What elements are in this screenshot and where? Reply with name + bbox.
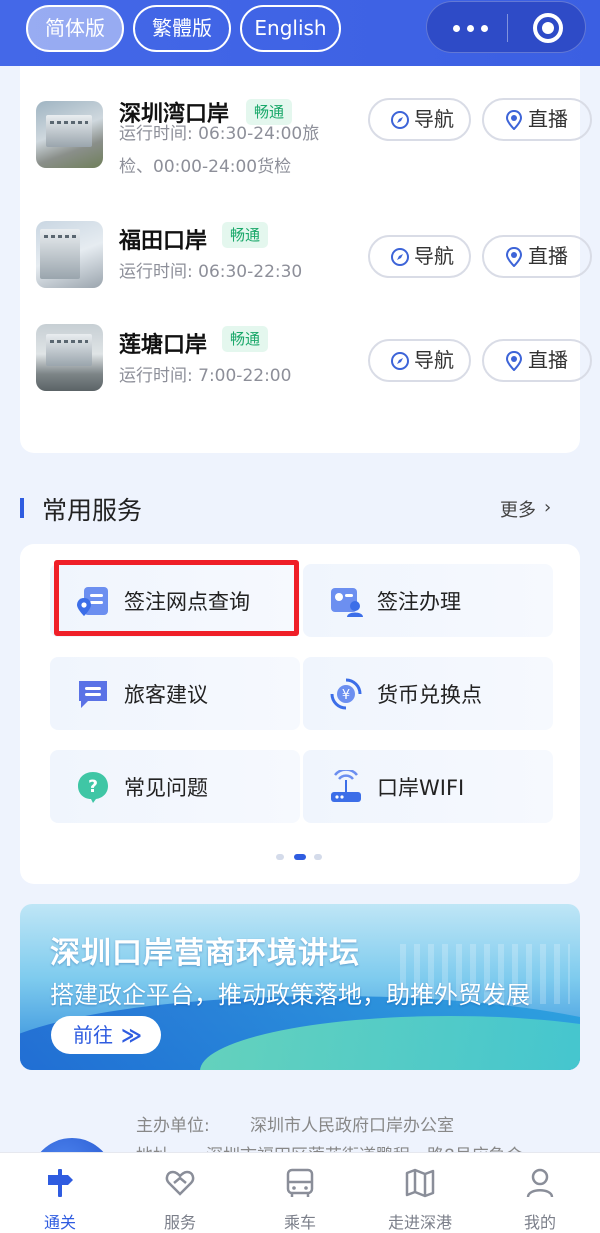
port-hours: 运行时间: 06:30-22:30	[119, 256, 334, 289]
navigate-button[interactable]: 导航	[368, 235, 471, 278]
chat-bubble-icon	[79, 681, 107, 708]
heart-hands-icon	[165, 1170, 195, 1196]
service-wifi[interactable]: 口岸WIFI	[303, 750, 553, 823]
port-name: 福田口岸	[119, 229, 208, 254]
live-label: 直播	[528, 107, 568, 131]
forum-banner[interactable]: 深圳口岸营商环境讲坛 搭建政企平台，推动政策落地，助推外贸发展 前往 ≫	[20, 904, 580, 1070]
port-photo	[36, 221, 103, 288]
navigate-label: 导航	[414, 107, 454, 131]
tab-bus[interactable]: 乘车	[240, 1153, 360, 1233]
section-title: 常用服务	[42, 496, 143, 525]
top-bar: 简体版 繁體版 English	[0, 0, 600, 66]
lang-traditional-button[interactable]: 繁體版	[133, 5, 231, 52]
page-dot	[314, 854, 322, 860]
miniprogram-capsule	[426, 1, 586, 53]
tab-me[interactable]: 我的	[480, 1153, 600, 1233]
port-photo	[36, 324, 103, 391]
tab-services[interactable]: 服务	[120, 1153, 240, 1233]
id-card-icon	[331, 588, 363, 617]
close-miniprogram-icon[interactable]	[533, 13, 563, 43]
port-list-card: 深圳湾口岸 畅通 运行时间: 06:30-24:00旅 检、00:00-24:0…	[20, 40, 592, 453]
tab-label: 我的	[523, 1213, 556, 1232]
live-button[interactable]: 直播	[482, 339, 592, 382]
bus-icon	[286, 1168, 314, 1197]
port-row-futian[interactable]: 福田口岸 畅通 运行时间: 06:30-22:30 导航 直播	[20, 221, 592, 325]
double-chevron-right-icon: ≫	[121, 1023, 142, 1047]
banner-go-label: 前往	[73, 1023, 113, 1047]
service-label: 签注办理	[377, 590, 461, 614]
banner-subtitle: 搭建政企平台，推动政策落地，助推外贸发展	[50, 981, 530, 1009]
map-icon	[405, 1168, 435, 1198]
service-label: 常见问题	[124, 776, 208, 800]
service-visa-apply[interactable]: 签注办理	[303, 564, 553, 637]
port-hours-line1: 运行时间: 06:30-24:00旅	[119, 124, 320, 144]
tab-label: 通关	[43, 1213, 76, 1232]
more-options-icon[interactable]	[451, 2, 491, 54]
page-dot-active	[294, 854, 306, 860]
chevron-right-icon[interactable]: ›	[544, 497, 551, 518]
lang-english-button[interactable]: English	[240, 5, 341, 52]
tab-explore[interactable]: 走进深港	[360, 1153, 480, 1233]
compass-icon	[391, 248, 409, 266]
svg-text:¥: ¥	[342, 688, 350, 703]
live-label: 直播	[528, 348, 568, 372]
navigate-button[interactable]: 导航	[368, 339, 471, 382]
camera-pin-icon	[505, 110, 523, 130]
port-hours-line2: 检、00:00-24:00货检	[119, 157, 292, 177]
service-currency-exchange[interactable]: ¥ 货币兑换点	[303, 657, 553, 730]
host-label: 主办单位:	[136, 1116, 210, 1136]
port-hours-line1: 运行时间: 7:00-22:00	[119, 366, 292, 386]
host-value: 深圳市人民政府口岸办公室	[250, 1116, 454, 1136]
service-label: 旅客建议	[124, 683, 208, 707]
service-label: 货币兑换点	[377, 683, 482, 707]
currency-exchange-icon: ¥	[330, 678, 362, 710]
port-hours-line1: 运行时间: 06:30-22:30	[119, 262, 303, 282]
tab-customs[interactable]: 通关	[0, 1153, 120, 1233]
user-icon	[526, 1168, 554, 1198]
wifi-router-icon	[331, 770, 361, 802]
customs-sign-icon	[48, 1169, 73, 1197]
port-hours: 运行时间: 7:00-22:00	[119, 360, 334, 393]
navigate-button[interactable]: 导航	[368, 98, 471, 141]
navigate-label: 导航	[414, 244, 454, 268]
port-photo	[36, 101, 103, 168]
compass-icon	[391, 352, 409, 370]
banner-go-button[interactable]: 前往 ≫	[51, 1016, 161, 1054]
service-faq[interactable]: ? 常见问题	[50, 750, 300, 823]
live-button[interactable]: 直播	[482, 98, 592, 141]
question-icon: ?	[78, 772, 108, 803]
camera-pin-icon	[505, 247, 523, 267]
section-accent-bar	[20, 498, 24, 518]
bottom-tab-bar: 通关 服务 乘车 走进深港 我的	[0, 1152, 600, 1233]
page-indicator	[276, 854, 326, 862]
service-suggestion[interactable]: 旅客建议	[50, 657, 300, 730]
tab-label: 服务	[163, 1213, 196, 1232]
more-link[interactable]: 更多	[500, 496, 536, 522]
navigate-label: 导航	[414, 348, 454, 372]
page-dot	[276, 854, 284, 860]
status-badge: 畅通	[222, 326, 269, 352]
port-name: 莲塘口岸	[119, 333, 208, 358]
port-row-shenzhen-bay[interactable]: 深圳湾口岸 畅通 运行时间: 06:30-24:00旅 检、00:00-24:0…	[20, 98, 592, 188]
live-button[interactable]: 直播	[482, 235, 592, 278]
annotation-highlight-box	[54, 560, 299, 636]
banner-title: 深圳口岸营商环境讲坛	[50, 936, 360, 971]
tab-label: 乘车	[283, 1213, 316, 1232]
service-label: 口岸WIFI	[377, 776, 465, 800]
port-row-liantang[interactable]: 莲塘口岸 畅通 运行时间: 7:00-22:00 导航 直播	[20, 324, 592, 429]
lang-simplified-button[interactable]: 简体版	[26, 5, 124, 52]
status-badge: 畅通	[222, 222, 269, 248]
svg-text:?: ?	[88, 777, 98, 797]
live-label: 直播	[528, 244, 568, 268]
port-hours: 运行时间: 06:30-24:00旅 检、00:00-24:00货检	[119, 118, 334, 184]
compass-icon	[391, 111, 409, 129]
camera-pin-icon	[505, 351, 523, 371]
tab-label: 走进深港	[387, 1213, 452, 1232]
